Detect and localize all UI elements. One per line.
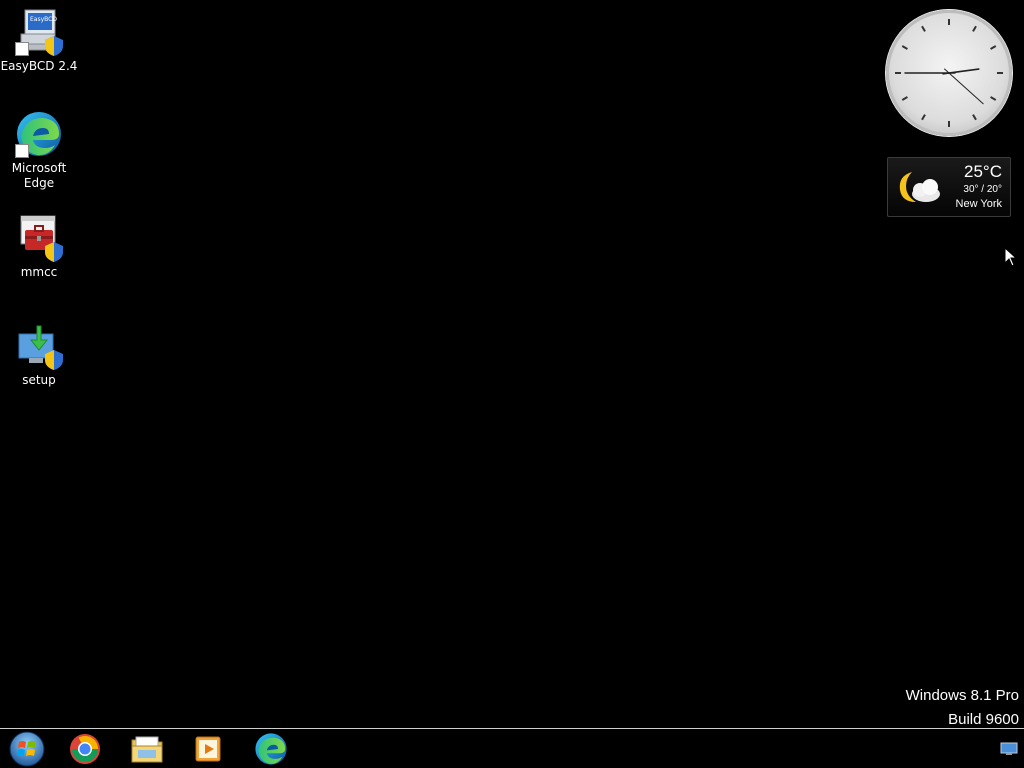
edge-icon [15,110,63,158]
taskbar [0,728,1024,768]
chrome-icon [70,734,100,764]
windows-version-watermark: Windows 8.1 Pro Build 9600 [906,684,1019,732]
desktop-icon-easybcd[interactable]: EasyBCD EasyBCD 2.4 [0,8,78,74]
setup-icon [15,322,63,370]
start-button[interactable] [5,731,49,767]
desktop-icon-label: Microsoft Edge [11,161,67,190]
media-player-icon [195,736,221,762]
watermark-edition: Windows 8.1 Pro [905,687,1019,704]
mouse-cursor-icon [1004,247,1018,267]
show-desktop-icon [1000,742,1018,755]
easybcd-icon: EasyBCD [15,8,63,56]
clock-second-hand [944,68,984,105]
weather-city: New York [955,198,1002,210]
clock-face [895,19,1003,127]
start-orb-icon [9,731,45,767]
clock-gadget[interactable] [886,10,1012,136]
clock-tick [901,45,908,50]
desktop-icon-mmcc[interactable]: mmcc [0,214,78,280]
moon-cloud-icon [899,172,940,202]
show-desktop-button[interactable] [994,731,1024,767]
clock-tick [972,25,977,32]
desktop-icon-setup[interactable]: setup [0,322,78,388]
desktop-icon-microsoft-edge[interactable]: Microsoft Edge [0,110,78,191]
clock-tick [990,96,997,101]
clock-tick [901,96,908,101]
clock-tick [990,45,997,50]
taskbar-edge-button[interactable] [249,731,293,767]
file-explorer-icon [131,736,163,763]
taskbar-file-explorer-button[interactable] [125,731,169,767]
desktop-icon-label: setup [22,373,56,387]
toolbox-icon [15,214,63,262]
clock-tick [921,25,926,32]
svg-text:EasyBCD: EasyBCD [30,16,57,23]
weather-temperature: 25°C [964,162,1002,181]
desktop-icon-label: mmcc [20,265,58,279]
clock-tick [921,114,926,121]
desktop-icon-label: EasyBCD 2.4 [0,59,78,73]
edge-icon [255,733,287,765]
taskbar-media-player-button[interactable] [186,731,230,767]
weather-gadget[interactable]: 25°C 30° / 20° New York [887,157,1011,217]
taskbar-chrome-button[interactable] [63,731,107,767]
weather-range: 30° / 20° [963,184,1002,195]
clock-tick [972,114,977,121]
